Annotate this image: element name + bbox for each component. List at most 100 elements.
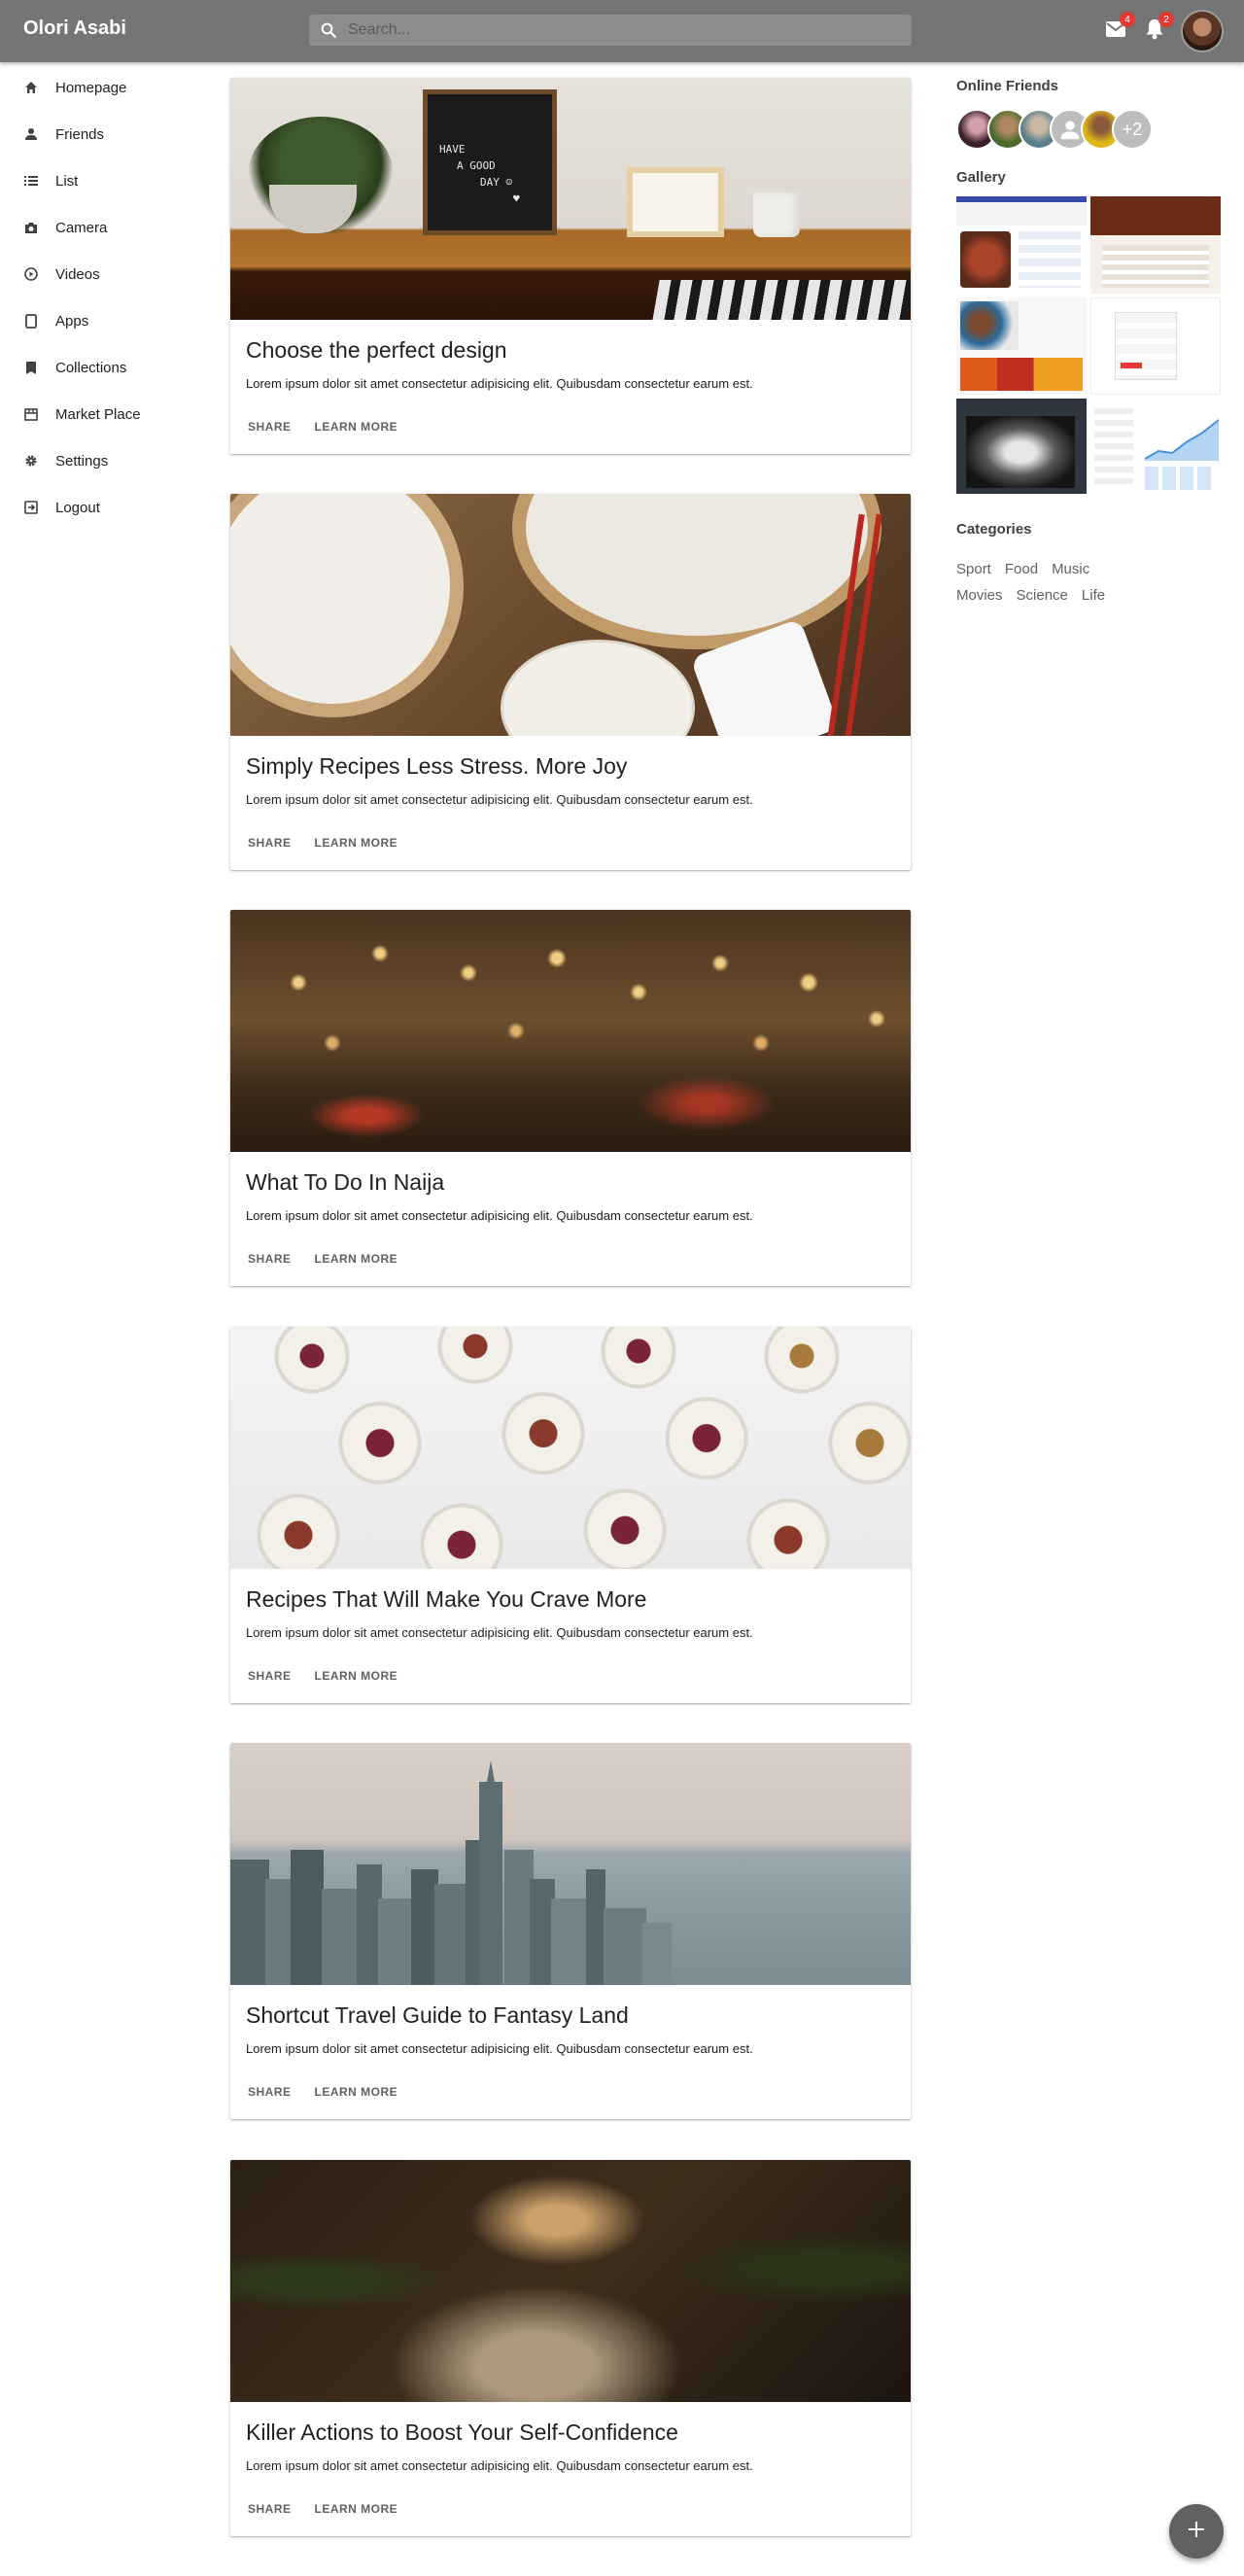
yogurt-bowls-photo[interactable]: [230, 1327, 911, 1569]
tablet-icon: [23, 313, 39, 329]
logout-icon: [23, 500, 39, 515]
restaurant-lights-photo[interactable]: [230, 910, 911, 1152]
plus-icon: [1189, 2521, 1204, 2542]
sidebar: Homepage Friends List Camera Videos Apps…: [0, 64, 214, 531]
share-button[interactable]: SHARE: [238, 1663, 301, 1688]
sidebar-item-camera[interactable]: Camera: [0, 204, 214, 251]
add-fab-button[interactable]: [1169, 2504, 1224, 2559]
gallery-image[interactable]: [1090, 297, 1221, 395]
category-science[interactable]: Science: [1017, 582, 1068, 609]
mail-button[interactable]: 4: [1100, 12, 1135, 47]
card-actions: SHARE LEARN MORE: [238, 1663, 407, 1688]
card-title: Recipes That Will Make You Crave More: [246, 1586, 647, 1612]
mail-badge: 4: [1120, 12, 1135, 27]
more-friends-count[interactable]: +2: [1112, 109, 1153, 150]
sidebar-item-label: Apps: [55, 312, 89, 330]
gallery-thumb-chart: [1145, 419, 1219, 461]
card-actions: SHARE LEARN MORE: [238, 2079, 407, 2105]
post-card: HAVE A GOOD DAY ☺ ♥ Choose the perfect d…: [230, 78, 911, 454]
category-movies[interactable]: Movies: [956, 582, 1003, 609]
avatar[interactable]: [1181, 10, 1224, 52]
post-card: Shortcut Travel Guide to Fantasy Land Lo…: [230, 1743, 911, 2119]
categories-heading: Categories: [956, 521, 1032, 538]
search-icon[interactable]: [309, 15, 348, 46]
gallery-image[interactable]: [956, 196, 1087, 294]
sidebar-item-apps[interactable]: Apps: [0, 297, 214, 344]
share-button[interactable]: SHARE: [238, 1246, 301, 1271]
sidebar-item-logout[interactable]: Logout: [0, 484, 214, 531]
woman-sunlight-photo[interactable]: [230, 2160, 911, 2402]
desk-letterboard-photo[interactable]: HAVE A GOOD DAY ☺ ♥: [230, 78, 911, 320]
gallery-thumb-bright: [960, 358, 1083, 391]
search-input[interactable]: [348, 15, 912, 46]
card-actions: SHARE LEARN MORE: [238, 414, 407, 439]
learn-more-button[interactable]: LEARN MORE: [305, 1246, 408, 1271]
home-icon: [23, 80, 39, 95]
picture-frame: [627, 167, 724, 237]
category-sport[interactable]: Sport: [956, 556, 991, 582]
notifications-button[interactable]: 2: [1139, 12, 1174, 47]
gallery-thumb-people: [960, 301, 1019, 350]
card-title: Shortcut Travel Guide to Fantasy Land: [246, 2002, 629, 2028]
learn-more-button[interactable]: LEARN MORE: [305, 414, 408, 439]
gallery-thumb-food: [960, 231, 1011, 288]
city-skyline-photo[interactable]: [230, 1743, 911, 1985]
plate: [501, 640, 695, 736]
store-icon: [23, 406, 39, 422]
dumplings-photo[interactable]: [230, 494, 911, 736]
category-food[interactable]: Food: [1005, 556, 1038, 582]
sidebar-item-list[interactable]: List: [0, 157, 214, 204]
gallery-grid: [956, 196, 1221, 494]
share-button[interactable]: SHARE: [238, 830, 301, 855]
category-life[interactable]: Life: [1082, 582, 1105, 609]
gallery-image[interactable]: [956, 297, 1087, 395]
learn-more-button[interactable]: LEARN MORE: [305, 830, 408, 855]
sidebar-item-homepage[interactable]: Homepage: [0, 64, 214, 111]
card-actions: SHARE LEARN MORE: [238, 1246, 407, 1271]
steamer-basket-left: [230, 494, 464, 717]
list-icon: [23, 173, 39, 189]
learn-more-button[interactable]: LEARN MORE: [305, 2496, 408, 2522]
letterboard-text: HAVE A GOOD DAY ☺ ♥: [439, 143, 520, 205]
gallery-thumb-table: [1102, 245, 1209, 288]
sidebar-item-label: Market Place: [55, 405, 141, 423]
categories-list: Sport Food Music Movies Science Life: [956, 556, 1221, 609]
app-title[interactable]: Olori Asabi: [23, 17, 126, 40]
sidebar-item-collections[interactable]: Collections: [0, 344, 214, 391]
card-text: Lorem ipsum dolor sit amet consectetur a…: [246, 376, 753, 391]
sidebar-item-videos[interactable]: Videos: [0, 251, 214, 297]
gallery-image[interactable]: [956, 399, 1087, 494]
sidebar-item-label: Settings: [55, 452, 109, 470]
sidebar-item-market-place[interactable]: Market Place: [0, 391, 214, 437]
gallery-image[interactable]: [1090, 399, 1221, 494]
patterned-cushion: [652, 280, 911, 320]
learn-more-button[interactable]: LEARN MORE: [305, 2079, 408, 2105]
card-title: Choose the perfect design: [246, 337, 507, 363]
search-bar[interactable]: [309, 15, 912, 46]
camera-icon: [23, 220, 39, 235]
online-friends-heading: Online Friends: [956, 78, 1059, 94]
learn-more-button[interactable]: LEARN MORE: [305, 1663, 408, 1688]
sidebar-item-label: Videos: [55, 265, 100, 283]
play-circle-icon: [23, 266, 39, 282]
post-card: Killer Actions to Boost Your Self-Confid…: [230, 2160, 911, 2536]
card-text: Lorem ipsum dolor sit amet consectetur a…: [246, 2041, 753, 2056]
share-button[interactable]: SHARE: [238, 2079, 301, 2105]
gallery-image[interactable]: [1090, 196, 1221, 294]
share-button[interactable]: SHARE: [238, 414, 301, 439]
gallery-thumb-form: [1115, 312, 1177, 380]
sidebar-item-friends[interactable]: Friends: [0, 111, 214, 157]
sidebar-item-settings[interactable]: Settings: [0, 437, 214, 484]
letterboard: HAVE A GOOD DAY ☺ ♥: [423, 89, 557, 235]
skyline-silhouette: [230, 1760, 672, 1985]
share-button[interactable]: SHARE: [238, 2496, 301, 2522]
sidebar-item-label: Friends: [55, 125, 105, 143]
gallery-thumb-list: [1019, 231, 1081, 288]
card-text: Lorem ipsum dolor sit amet consectetur a…: [246, 1625, 753, 1640]
gallery-thumb-button: [1121, 363, 1142, 368]
person-icon: [23, 126, 39, 142]
category-music[interactable]: Music: [1052, 556, 1089, 582]
post-card: Simply Recipes Less Stress. More Joy Lor…: [230, 494, 911, 870]
sidebar-item-label: List: [55, 172, 79, 190]
sidebar-item-label: Logout: [55, 499, 100, 516]
